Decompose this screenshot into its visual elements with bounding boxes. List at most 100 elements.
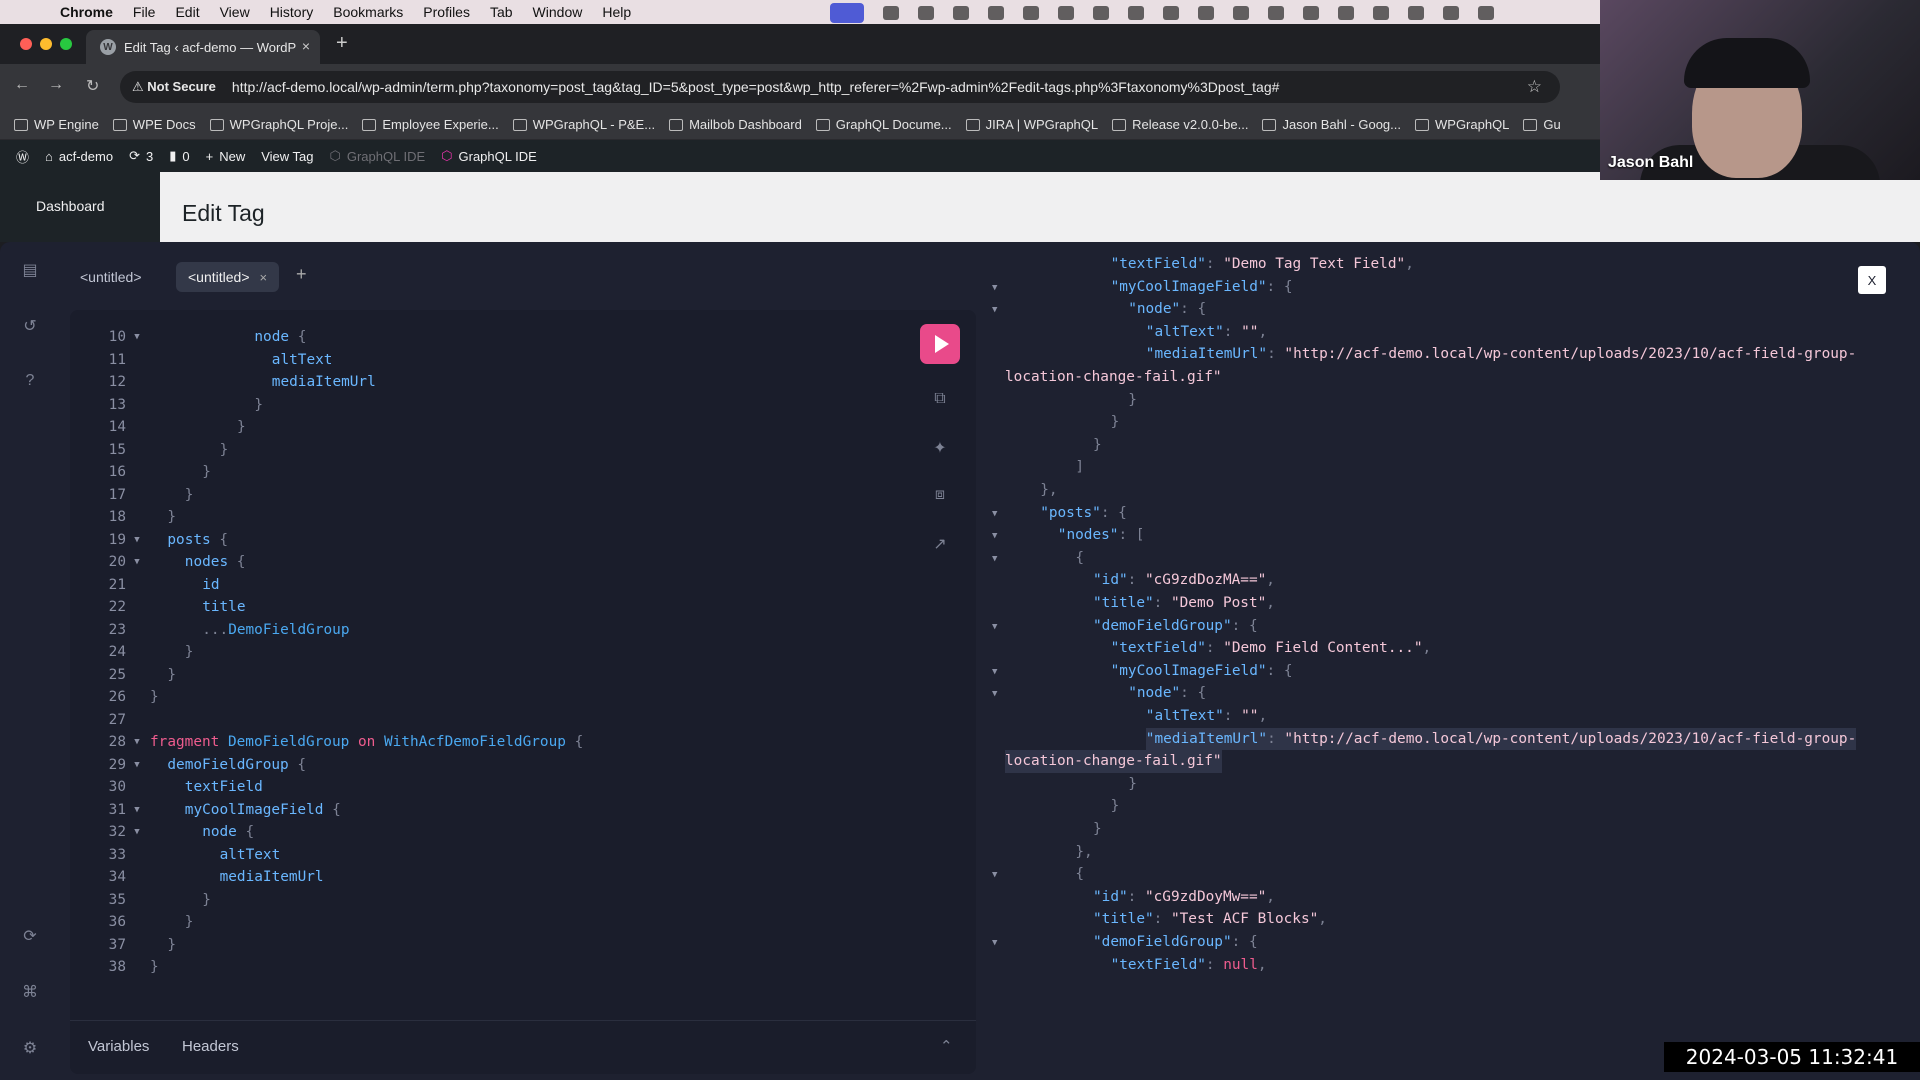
settings-icon[interactable]: ⚙ <box>20 1038 40 1057</box>
fold-toggle-icon[interactable]: ▼ <box>992 667 997 677</box>
view-tag-link[interactable]: View Tag <box>261 149 313 164</box>
code-line[interactable]: 18} <box>70 506 890 529</box>
code-line[interactable]: 28 ▼ fragment DemoFieldGroup on WithAcfDem… <box>70 731 890 754</box>
zoom-window-button[interactable] <box>60 38 72 50</box>
fold-toggle-icon[interactable]: ▼ <box>992 938 997 948</box>
shortcuts-icon[interactable]: ⌘ <box>20 982 40 1001</box>
merge-fragments-icon[interactable]: ⧈ <box>920 486 960 508</box>
bookmark-item[interactable]: Release v2.0.0-be... <box>1112 117 1248 132</box>
code-line[interactable]: 24} <box>70 641 890 664</box>
code-line[interactable]: 17} <box>70 484 890 507</box>
refetch-schema-icon[interactable]: ⟳ <box>20 926 40 945</box>
query-editor[interactable]: 10 ▼ node {11 altText 12 mediaItemUrl 13} 14} 15… <box>70 310 976 1074</box>
close-tab-icon[interactable]: × <box>260 270 268 285</box>
help-icon[interactable]: ? <box>20 372 40 390</box>
code-line[interactable]: 35} <box>70 889 890 912</box>
code-line[interactable]: 27 <box>70 709 890 732</box>
wordpress-logo-icon[interactable]: Ⓦ <box>16 147 29 166</box>
bookmark-item[interactable]: WP Engine <box>14 117 99 132</box>
fold-toggle-icon[interactable]: ▼ <box>992 305 997 315</box>
code-line[interactable]: 34 mediaItemUrl <box>70 866 890 889</box>
prettify-icon[interactable]: ✦ <box>920 438 960 460</box>
graphql-ide-link-dim[interactable]: ⬡ GraphQL IDE <box>330 148 426 164</box>
code-line[interactable]: 22 title <box>70 596 890 619</box>
bluetooth-icon[interactable] <box>1338 6 1354 20</box>
back-icon[interactable]: ← <box>14 76 30 94</box>
copy-query-icon[interactable]: ⧉ <box>920 390 960 412</box>
code-line[interactable]: 11 altText <box>70 349 890 372</box>
bookmark-item[interactable]: WPGraphQL Proje... <box>209 117 348 132</box>
code-line[interactable]: 15} <box>70 439 890 462</box>
code-line[interactable]: 19 ▼ posts { <box>70 529 890 552</box>
url-text[interactable]: http://acf-demo.local/wp-admin/term.php?… <box>232 79 1279 95</box>
graphql-ide-link[interactable]: ⬡ GraphQL IDE <box>441 148 537 164</box>
menu-profiles[interactable]: Profiles <box>423 4 470 20</box>
code-line[interactable]: 20 ▼ nodes { <box>70 551 890 574</box>
comments-link[interactable]: ▮ 0 <box>169 148 189 164</box>
status-icon[interactable] <box>1128 6 1144 20</box>
code-line[interactable]: 29 ▼ demoFieldGroup { <box>70 754 890 777</box>
share-icon[interactable]: ↗ <box>920 534 960 556</box>
spotlight-icon[interactable] <box>1478 6 1494 20</box>
fold-toggle-icon[interactable]: ▼ <box>130 799 144 822</box>
menu-bookmarks[interactable]: Bookmarks <box>333 4 403 20</box>
status-icon[interactable] <box>1268 6 1284 20</box>
wifi-icon[interactable] <box>1408 6 1424 20</box>
status-icon[interactable] <box>1023 6 1039 20</box>
menu-view[interactable]: View <box>220 4 250 20</box>
code-line[interactable]: 23 ...DemoFieldGroup <box>70 619 890 642</box>
bookmark-item[interactable]: WPGraphQL - P&E... <box>512 117 655 132</box>
chevron-up-icon[interactable]: ⌃ <box>940 1037 953 1055</box>
fold-toggle-icon[interactable]: ▼ <box>992 509 997 519</box>
menu-window[interactable]: Window <box>533 4 583 20</box>
tab-headers[interactable]: Headers <box>182 1038 239 1055</box>
bookmark-item[interactable]: Mailbob Dashboard <box>669 117 802 132</box>
updates-link[interactable]: ⟳ 3 <box>129 148 153 164</box>
keyboard-icon[interactable] <box>1443 6 1459 20</box>
fold-toggle-icon[interactable]: ▼ <box>130 754 144 777</box>
tab-variables[interactable]: Variables <box>88 1038 149 1055</box>
query-tab[interactable]: <untitled> <box>68 262 154 292</box>
status-icon[interactable] <box>918 6 934 20</box>
new-content-link[interactable]: + New <box>206 149 246 164</box>
fold-toggle-icon[interactable]: ▼ <box>130 551 144 574</box>
bookmark-item[interactable]: WPE Docs <box>112 117 196 132</box>
menu-help[interactable]: Help <box>602 4 631 20</box>
code-line[interactable]: 30 textField <box>70 776 890 799</box>
fold-toggle-icon[interactable]: ▼ <box>992 554 997 564</box>
status-icon[interactable] <box>1163 6 1179 20</box>
query-tab-active[interactable]: <untitled> × <box>176 262 280 292</box>
forward-icon[interactable]: → <box>48 76 64 94</box>
status-icon[interactable] <box>1303 6 1319 20</box>
fold-toggle-icon[interactable]: ▼ <box>130 326 144 349</box>
menu-chrome[interactable]: Chrome <box>60 4 113 20</box>
fold-toggle-icon[interactable]: ▼ <box>130 731 144 754</box>
code-line[interactable]: 25} <box>70 664 890 687</box>
status-icon[interactable] <box>1198 6 1214 20</box>
bookmark-star-icon[interactable]: ☆ <box>1527 77 1542 97</box>
bookmark-item[interactable]: JIRA | WPGraphQL <box>965 117 1098 132</box>
menu-history[interactable]: History <box>270 4 314 20</box>
address-bar[interactable]: ⚠ Not Secure http://acf-demo.local/wp-ad… <box>120 71 1560 103</box>
status-icon[interactable] <box>988 6 1004 20</box>
code-line[interactable]: 26} <box>70 686 890 709</box>
fold-toggle-icon[interactable]: ▼ <box>130 529 144 552</box>
fold-toggle-icon[interactable]: ▼ <box>992 689 997 699</box>
bookmark-item[interactable]: Gu <box>1523 117 1561 132</box>
response-viewer[interactable]: "textField": "Demo Tag Text Field", ▼ "myC… <box>990 242 1895 1080</box>
bookmark-item[interactable]: WPGraphQL <box>1415 117 1509 132</box>
docs-explorer-icon[interactable]: ▤ <box>20 260 40 279</box>
close-window-button[interactable] <box>20 38 32 50</box>
menu-file[interactable]: File <box>133 4 156 20</box>
code-line[interactable]: 33 altText <box>70 844 890 867</box>
code-line[interactable]: 31 ▼ myCoolImageField { <box>70 799 890 822</box>
bookmark-item[interactable]: Jason Bahl - Goog... <box>1262 117 1401 132</box>
menu-edit[interactable]: Edit <box>175 4 199 20</box>
code-line[interactable]: 16} <box>70 461 890 484</box>
bookmark-item[interactable]: GraphQL Docume... <box>815 117 952 132</box>
code-line[interactable]: 37} <box>70 934 890 957</box>
history-icon[interactable]: ↺ <box>20 316 40 335</box>
add-tab-button[interactable]: + <box>296 264 307 285</box>
browser-tab[interactable]: W Edit Tag ‹ acf-demo — WordP × <box>86 30 320 64</box>
code-line[interactable]: 12 mediaItemUrl <box>70 371 890 394</box>
